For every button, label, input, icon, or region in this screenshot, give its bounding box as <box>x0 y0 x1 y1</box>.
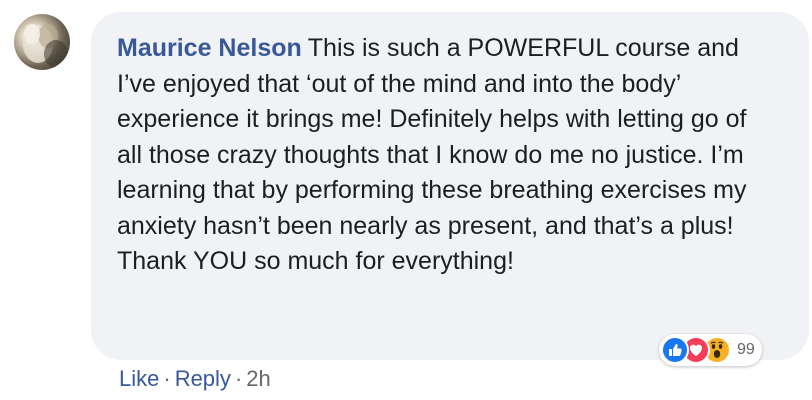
reactions-summary[interactable]: 99 <box>659 334 762 366</box>
comment-body: Maurice Nelson This is such a POWERFUL co… <box>117 31 757 280</box>
comment-author[interactable]: Maurice Nelson <box>117 34 302 62</box>
timestamp[interactable]: 2h <box>246 366 270 392</box>
reply-button[interactable]: Reply <box>175 366 231 392</box>
comment-actions: Like · Reply · 2h <box>119 366 271 392</box>
like-button[interactable]: Like <box>119 366 159 392</box>
comment-text: This is such a POWERFUL course and I’ve … <box>117 34 747 275</box>
separator: · <box>234 366 243 391</box>
separator: · <box>163 366 171 391</box>
reaction-count: 99 <box>737 341 755 358</box>
like-icon <box>661 336 689 364</box>
avatar[interactable] <box>14 14 70 70</box>
comment-bubble: Maurice Nelson This is such a POWERFUL co… <box>91 12 809 360</box>
